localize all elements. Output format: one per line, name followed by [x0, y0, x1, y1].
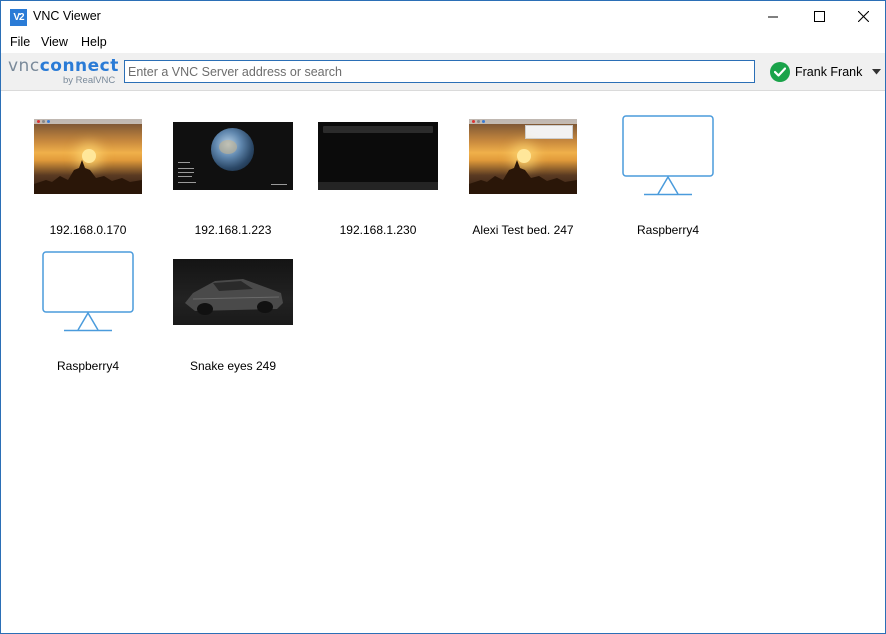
- connection-tile[interactable]: Alexi Test bed. 247: [458, 106, 588, 237]
- connection-tile[interactable]: Snake eyes 249: [168, 242, 298, 373]
- dark-browser-desktop-preview: [318, 122, 438, 190]
- connection-tile[interactable]: Raspberry4: [603, 106, 733, 237]
- connection-label: Alexi Test bed. 247: [472, 223, 574, 237]
- user-account-menu[interactable]: Frank Frank: [770, 61, 882, 83]
- connection-label: Raspberry4: [56, 359, 120, 373]
- menu-view[interactable]: View: [41, 35, 68, 49]
- logo-byline: by RealVNC: [63, 75, 116, 86]
- monitor-icon: [42, 251, 134, 332]
- connection-tile[interactable]: 192.168.1.223: [168, 106, 298, 237]
- title-bar[interactable]: V2 VNC Viewer: [1, 1, 885, 32]
- address-book: 192.168.0.170 192.168.1.223 192.168.1.23…: [1, 92, 885, 633]
- connection-label: Raspberry4: [636, 223, 700, 237]
- connection-thumbnail: [313, 106, 443, 206]
- connection-tile[interactable]: 192.168.0.170: [23, 106, 153, 237]
- vnc-viewer-window: V2 VNC Viewer File View Help vncconnect …: [0, 0, 886, 634]
- car-desktop-preview: [173, 259, 293, 325]
- connection-label: 192.168.0.170: [49, 223, 127, 237]
- minimize-icon: [768, 16, 778, 17]
- maximize-button[interactable]: [796, 1, 842, 32]
- connection-tile[interactable]: 192.168.1.230: [313, 106, 443, 237]
- caret-down-icon: [872, 69, 882, 75]
- earth-desktop-preview: [173, 122, 293, 190]
- connection-thumbnail: [168, 242, 298, 342]
- maximize-icon: [813, 11, 825, 22]
- connection-thumbnail: [603, 106, 733, 206]
- menu-file[interactable]: File: [10, 35, 30, 49]
- logo-connect-text: connect: [39, 56, 119, 76]
- monitor-icon: [622, 115, 714, 196]
- check-circle-icon: [770, 62, 790, 82]
- window-title: VNC Viewer: [33, 9, 101, 23]
- connection-thumbnail: [458, 106, 588, 206]
- connection-label: 192.168.1.230: [339, 223, 417, 237]
- connection-tile[interactable]: Raspberry4: [23, 242, 153, 373]
- minimize-button[interactable]: [750, 1, 796, 32]
- close-icon: [857, 11, 869, 22]
- vnc-connect-logo: vncconnect by RealVNC: [8, 56, 119, 88]
- logo-vnc-text: vnc: [8, 56, 40, 76]
- vnc-app-icon: V2: [10, 9, 27, 26]
- connection-thumbnail: [168, 106, 298, 206]
- sunset-desktop-preview: [34, 118, 142, 194]
- close-button[interactable]: [840, 1, 886, 32]
- menu-help[interactable]: Help: [81, 35, 107, 49]
- connection-label: 192.168.1.223: [194, 223, 272, 237]
- connection-label: Snake eyes 249: [189, 359, 277, 373]
- menu-bar: File View Help: [1, 32, 885, 53]
- connection-thumbnail: [23, 106, 153, 206]
- sunset-desktop-preview: [469, 118, 577, 194]
- toolbar: vncconnect by RealVNC Frank Frank: [1, 53, 885, 91]
- connection-thumbnail: [23, 242, 153, 342]
- server-search-input[interactable]: [124, 60, 755, 83]
- user-name: Frank Frank: [795, 65, 863, 79]
